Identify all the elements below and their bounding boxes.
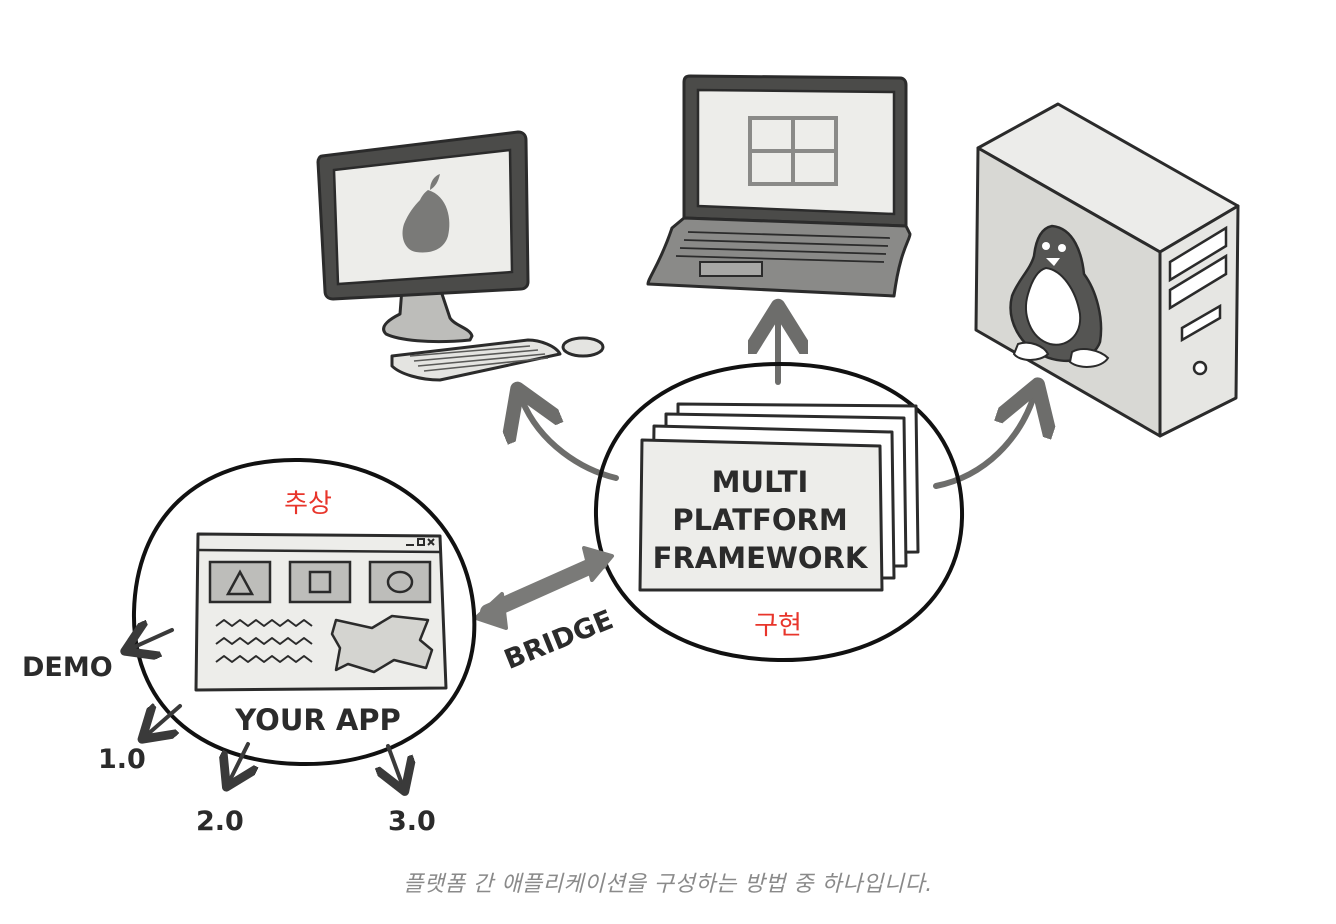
- version-3-0: 3.0: [388, 806, 436, 837]
- bridge-label: BRIDGE: [500, 604, 618, 676]
- linux-tower: [974, 102, 1240, 438]
- framework-label-line3: FRAMEWORK: [653, 541, 869, 575]
- implementation-group: MULTI PLATFORM FRAMEWORK 구현: [593, 361, 965, 663]
- bridge-pattern-diagram: MULTI PLATFORM FRAMEWORK 구현 BRIDGE 추상 YO…: [22, 74, 1240, 837]
- arrow-to-linux: [933, 396, 1034, 489]
- windows-laptop: [646, 74, 912, 298]
- version-1-0: 1.0: [98, 744, 146, 775]
- app-label: YOUR APP: [234, 703, 401, 737]
- abstraction-group: 추상 YOUR APP: [131, 457, 477, 767]
- bridge-connector: BRIDGE: [474, 546, 618, 676]
- implementation-label: 구현: [754, 611, 802, 641]
- version-2-0: 2.0: [196, 806, 244, 837]
- abstraction-label: 추상: [284, 489, 332, 519]
- framework-label-line1: MULTI: [712, 465, 809, 499]
- version-demo: DEMO: [22, 652, 113, 683]
- app-window: [194, 532, 448, 692]
- apple-desktop: [316, 130, 605, 382]
- framework-label-line2: PLATFORM: [672, 503, 847, 537]
- figure-caption: 플랫폼 간 애플리케이션을 구성하는 방법 중 하나입니다.: [403, 872, 933, 897]
